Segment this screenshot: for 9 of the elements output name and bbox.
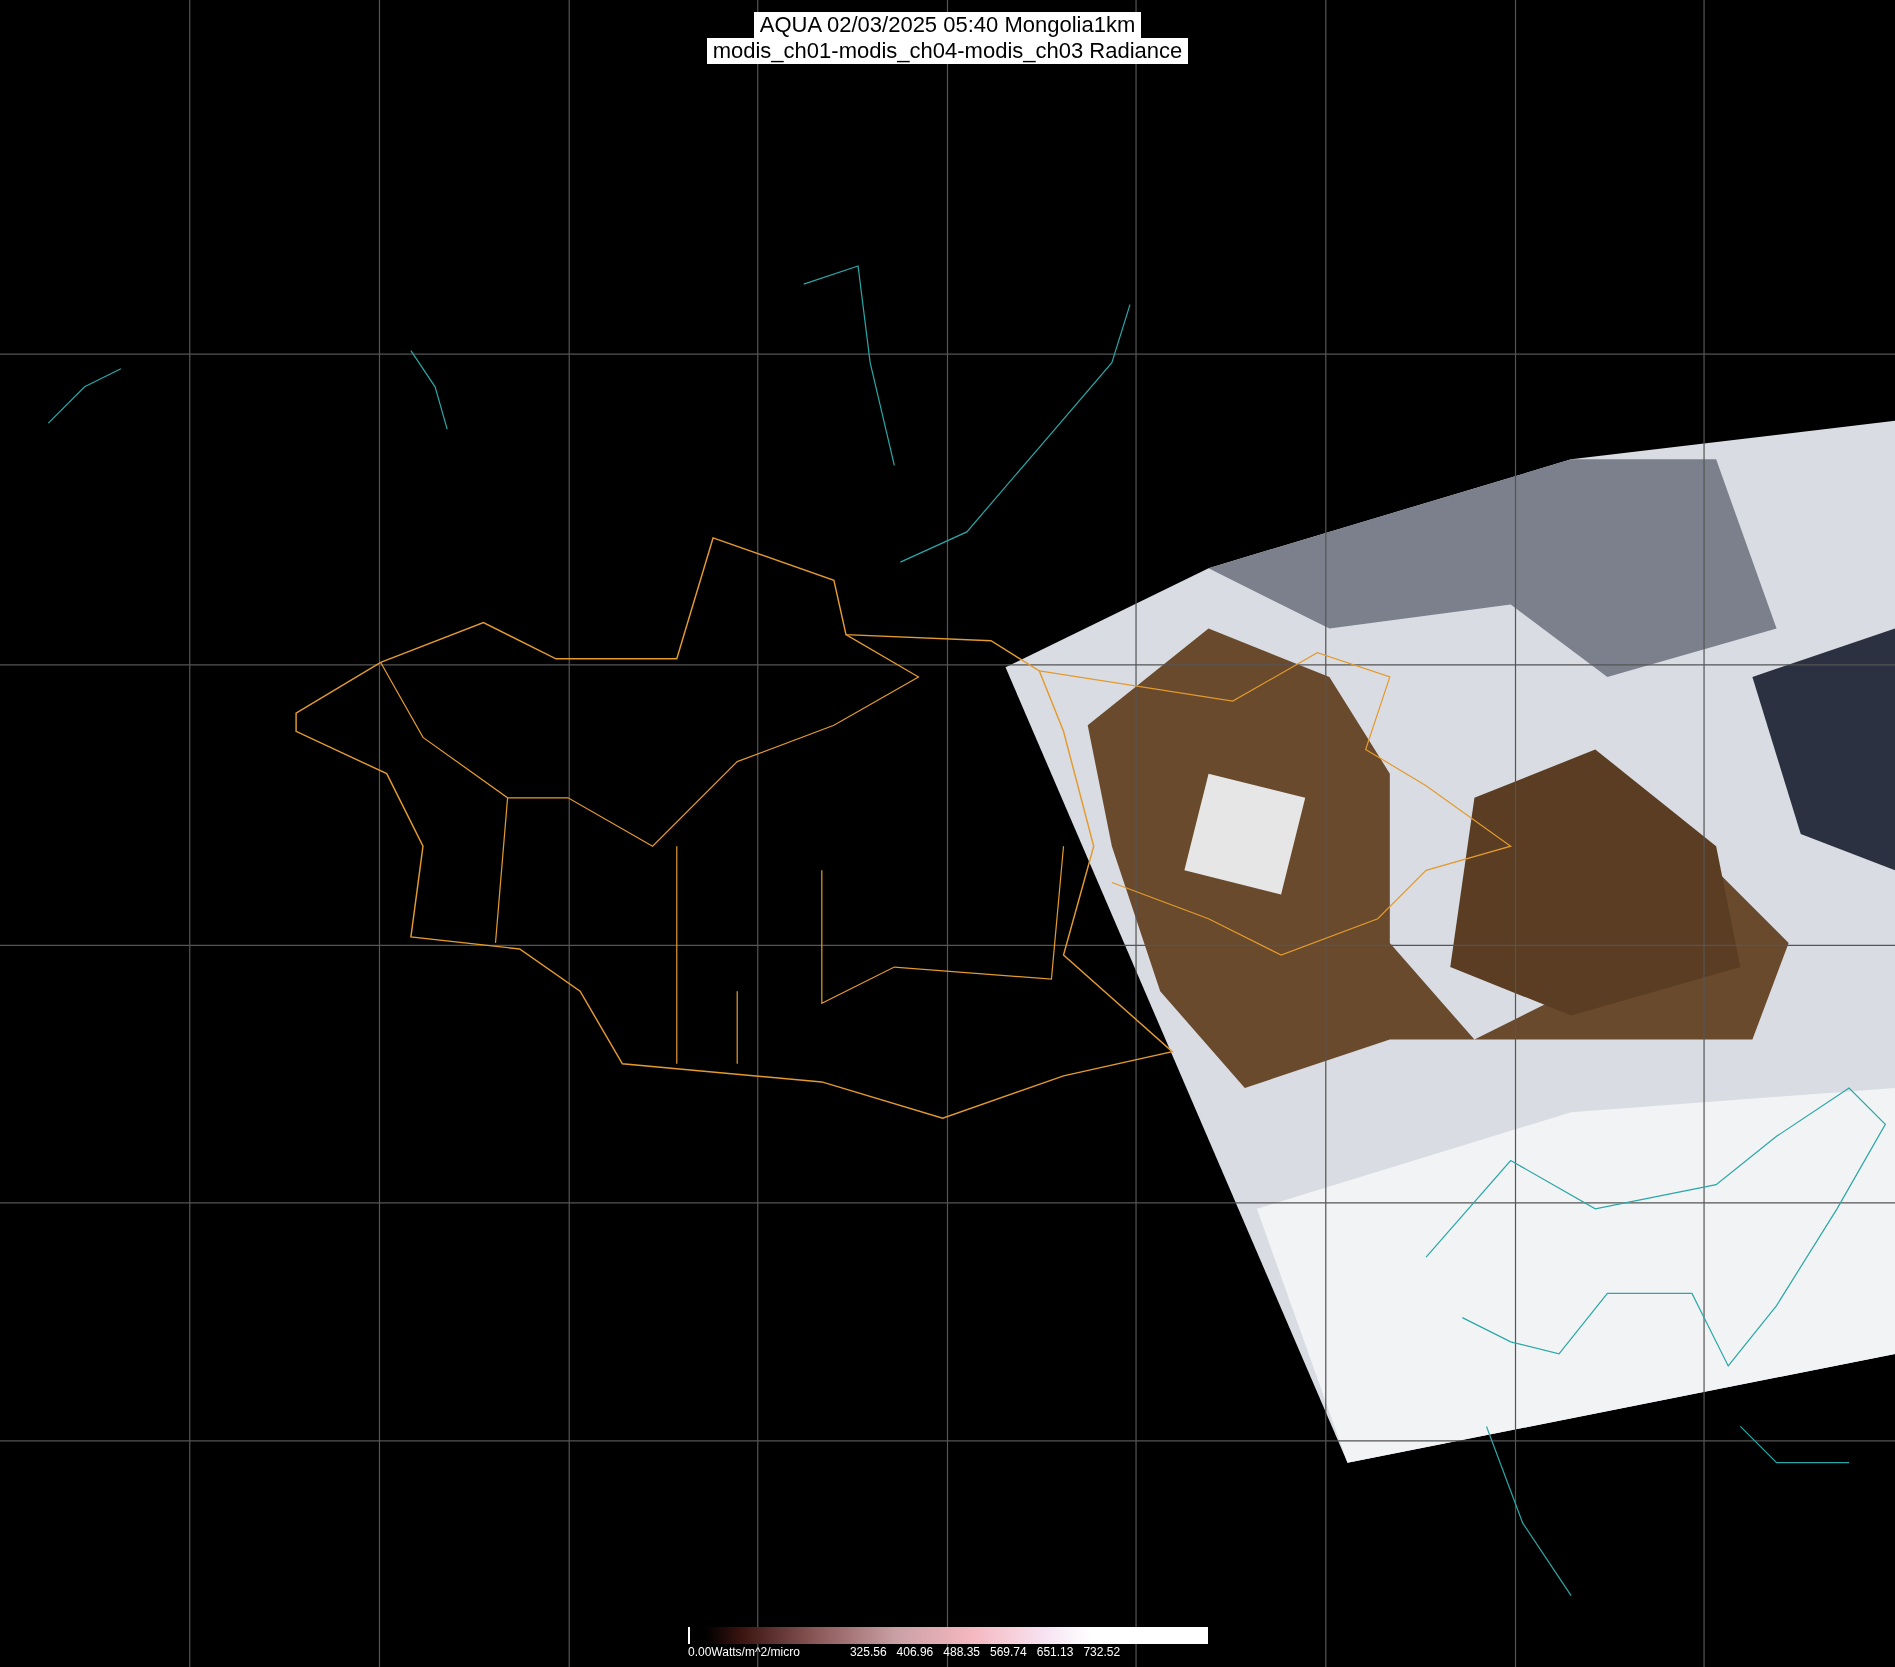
map-title: modis_ch01-modis_ch04-modis_ch03 Radiance (706, 38, 1189, 64)
scale-unit-label: 0.00Watts/m^2/micro (688, 1645, 800, 1659)
scale-tick-label: 569.74 (990, 1645, 1027, 1659)
scale-tick-label: 406.96 (896, 1645, 934, 1659)
scale-tick-label: 732.52 (1083, 1645, 1121, 1659)
map-title: AQUA 02/03/2025 05:40 Mongolia1km (753, 12, 1142, 38)
scale-tick-label: 651.13 (1036, 1645, 1074, 1659)
scale-tick-label: 325.56 (849, 1645, 887, 1659)
scale-tick-label: 488.35 (943, 1645, 980, 1659)
